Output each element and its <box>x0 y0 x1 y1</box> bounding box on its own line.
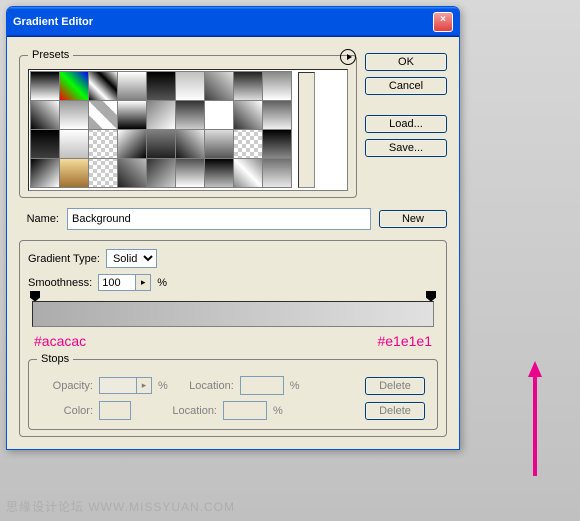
preset-swatch[interactable] <box>233 158 263 188</box>
preset-swatch[interactable] <box>204 71 234 101</box>
percent-label: % <box>157 277 167 289</box>
preset-swatch[interactable] <box>30 158 60 188</box>
preset-swatch[interactable] <box>204 129 234 159</box>
opacity-stepper: ▸ <box>99 377 152 394</box>
opacity-stop-right[interactable] <box>426 291 436 301</box>
preset-swatch[interactable] <box>262 158 292 188</box>
gradient-bar[interactable] <box>32 301 434 327</box>
preset-swatch[interactable] <box>59 71 89 101</box>
color-annotations: #acacac #e1e1e1 <box>32 331 434 353</box>
cancel-button[interactable]: Cancel <box>365 77 447 95</box>
color-right-label: #e1e1e1 <box>377 333 432 349</box>
presets-fieldset: Presets <box>19 49 357 198</box>
name-label: Name: <box>19 213 59 225</box>
preset-swatch[interactable] <box>30 71 60 101</box>
location-label: Location: <box>174 380 234 392</box>
load-button[interactable]: Load... <box>365 115 447 133</box>
preset-swatch[interactable] <box>59 100 89 130</box>
color-swatch <box>99 401 131 420</box>
save-button[interactable]: Save... <box>365 139 447 157</box>
smoothness-stepper[interactable]: ▸ <box>98 274 151 291</box>
preset-swatch[interactable] <box>146 71 176 101</box>
color-label: Color: <box>41 405 93 417</box>
opacity-stop-left[interactable] <box>30 291 40 301</box>
name-row: Name: New <box>19 208 447 230</box>
chevron-right-icon: ▸ <box>136 378 151 393</box>
gradient-editor-dialog: Gradient Editor × Presets OK Cancel Load… <box>6 6 460 450</box>
gradient-type-label: Gradient Type: <box>28 253 100 265</box>
dialog-buttons: OK Cancel Load... Save... <box>365 49 447 198</box>
preset-swatch[interactable] <box>117 71 147 101</box>
preset-swatch[interactable] <box>117 158 147 188</box>
presets-scrollbar[interactable] <box>298 72 315 188</box>
gradient-settings-fieldset: Gradient Type: Solid Smoothness: ▸ % <box>19 240 447 437</box>
stops-fieldset: Stops Opacity: ▸ % Location: % Delete Co… <box>28 353 438 430</box>
preset-swatch[interactable] <box>262 100 292 130</box>
preset-swatch[interactable] <box>88 129 118 159</box>
preset-swatch[interactable] <box>262 129 292 159</box>
opacity-location-input <box>240 376 284 395</box>
preset-swatch[interactable] <box>146 129 176 159</box>
watermark: 思缘设计论坛 WWW.MISSYUAN.COM <box>6 498 235 515</box>
preset-swatch[interactable] <box>175 129 205 159</box>
chevron-right-icon[interactable]: ▸ <box>135 275 150 290</box>
preset-swatch[interactable] <box>59 158 89 188</box>
preset-swatch[interactable] <box>204 158 234 188</box>
smoothness-label: Smoothness: <box>28 277 92 289</box>
stops-legend: Stops <box>37 353 73 365</box>
preset-swatch[interactable] <box>30 129 60 159</box>
preset-swatch[interactable] <box>262 71 292 101</box>
presets-grid <box>28 69 348 191</box>
preset-swatch[interactable] <box>117 129 147 159</box>
name-input[interactable] <box>67 208 371 230</box>
preset-swatch[interactable] <box>59 129 89 159</box>
delete-color-button: Delete <box>365 402 425 420</box>
location-label-2: Location: <box>157 405 217 417</box>
preset-swatch[interactable] <box>204 100 234 130</box>
preset-swatch[interactable] <box>88 100 118 130</box>
new-button[interactable]: New <box>379 210 447 228</box>
preset-swatch[interactable] <box>88 158 118 188</box>
preset-swatch[interactable] <box>233 129 263 159</box>
ok-button[interactable]: OK <box>365 53 447 71</box>
smoothness-input[interactable] <box>99 275 135 290</box>
gradient-editor-area: #acacac #e1e1e1 <box>28 301 438 353</box>
color-left-label: #acacac <box>34 333 86 349</box>
presets-menu-icon[interactable] <box>340 49 356 65</box>
preset-swatch[interactable] <box>175 71 205 101</box>
delete-opacity-button: Delete <box>365 377 425 395</box>
preset-swatch[interactable] <box>30 100 60 130</box>
preset-swatch[interactable] <box>146 100 176 130</box>
preset-swatch[interactable] <box>88 71 118 101</box>
preset-swatch[interactable] <box>175 158 205 188</box>
gradient-type-select[interactable]: Solid <box>106 249 157 268</box>
presets-legend: Presets <box>28 49 73 61</box>
close-button[interactable]: × <box>433 12 453 32</box>
titlebar[interactable]: Gradient Editor × <box>7 7 459 37</box>
opacity-label: Opacity: <box>41 380 93 392</box>
color-location-input <box>223 401 267 420</box>
preset-swatch[interactable] <box>233 100 263 130</box>
dialog-title: Gradient Editor <box>13 16 93 28</box>
arrow-annotation <box>520 361 550 481</box>
preset-swatch[interactable] <box>233 71 263 101</box>
preset-swatch[interactable] <box>175 100 205 130</box>
preset-swatch[interactable] <box>146 158 176 188</box>
preset-swatch[interactable] <box>117 100 147 130</box>
